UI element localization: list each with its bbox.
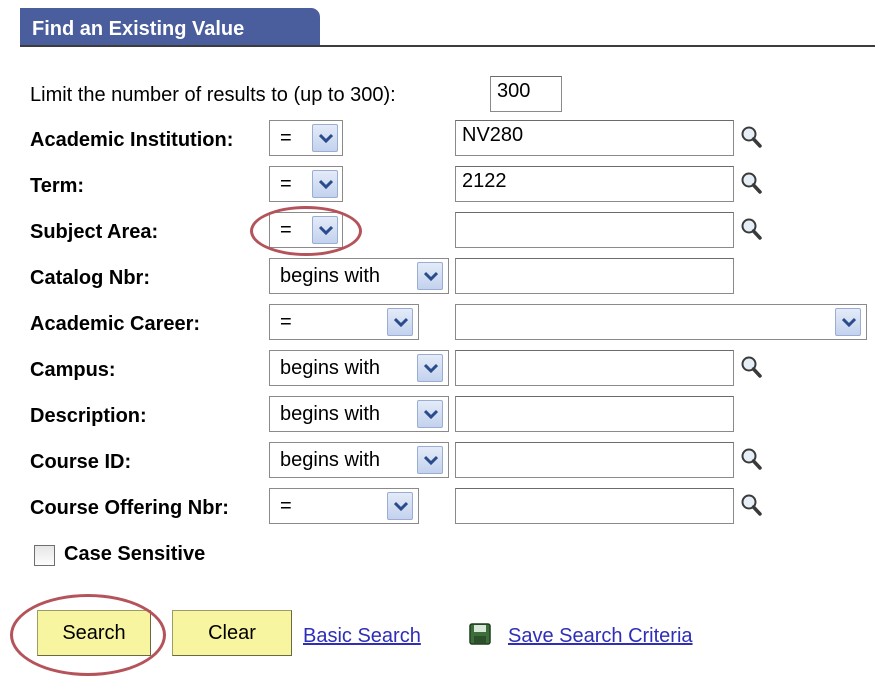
chevron-down-icon[interactable] (417, 262, 443, 290)
operator-value: begins with (280, 357, 381, 379)
highlight-circle-search (10, 594, 166, 676)
operator-value: begins with (280, 403, 381, 425)
label-catalog-nbr: Catalog Nbr: (30, 267, 150, 289)
magnifier-icon[interactable] (740, 355, 762, 379)
case-sensitive-label: Case Sensitive (64, 543, 206, 565)
operator-value: = (280, 127, 292, 149)
chevron-down-icon[interactable] (417, 400, 443, 428)
operator-value: = (280, 495, 292, 517)
label-course-offering-nbr: Course Offering Nbr: (30, 497, 229, 519)
highlight-circle-operator (250, 206, 362, 256)
magnifier-icon[interactable] (740, 125, 762, 149)
description-input[interactable] (455, 396, 734, 432)
label-subject-area: Subject Area: (30, 221, 159, 243)
academic-career-select[interactable] (455, 304, 867, 340)
operator-value: begins with (280, 265, 381, 287)
operator-campus[interactable]: begins with (269, 350, 449, 386)
tab-divider (20, 45, 875, 47)
operator-course-id[interactable]: begins with (269, 442, 449, 478)
label-academic-career: Academic Career: (30, 313, 201, 335)
magnifier-icon[interactable] (740, 217, 762, 241)
label-course-id: Course ID: (30, 451, 132, 473)
catalog-nbr-input[interactable] (455, 258, 734, 294)
label-academic-institution: Academic Institution: (30, 129, 234, 151)
limit-input[interactable]: 300 (490, 76, 562, 112)
chevron-down-icon[interactable] (417, 446, 443, 474)
chevron-down-icon[interactable] (417, 354, 443, 382)
magnifier-icon[interactable] (740, 171, 762, 195)
operator-value: = (280, 173, 292, 195)
course-offering-nbr-input[interactable] (455, 488, 734, 524)
institution-input[interactable]: NV280 (455, 120, 734, 156)
magnifier-icon[interactable] (740, 493, 762, 517)
chevron-down-icon[interactable] (387, 308, 413, 336)
magnifier-icon[interactable] (740, 447, 762, 471)
limit-label: Limit the number of results to (up to 30… (30, 84, 396, 106)
course-id-input[interactable] (455, 442, 734, 478)
operator-academic-career[interactable]: = (269, 304, 419, 340)
label-term: Term: (30, 175, 85, 197)
clear-button[interactable]: Clear (172, 610, 292, 656)
chevron-down-icon[interactable] (312, 170, 338, 198)
chevron-down-icon[interactable] (387, 492, 413, 520)
operator-course-offering-nbr[interactable]: = (269, 488, 419, 524)
campus-input[interactable] (455, 350, 734, 386)
tab-find-existing-value[interactable]: Find an Existing Value (20, 8, 320, 46)
operator-academic-institution[interactable]: = (269, 120, 343, 156)
operator-catalog-nbr[interactable]: begins with (269, 258, 449, 294)
chevron-down-icon[interactable] (835, 308, 861, 336)
chevron-down-icon[interactable] (312, 124, 338, 152)
label-campus: Campus: (30, 359, 116, 381)
term-input[interactable]: 2122 (455, 166, 734, 202)
basic-search-link[interactable]: Basic Search (303, 625, 421, 648)
subject-area-input[interactable] (455, 212, 734, 248)
case-sensitive-checkbox[interactable] (34, 545, 55, 566)
label-description: Description: (30, 405, 147, 427)
operator-description[interactable]: begins with (269, 396, 449, 432)
floppy-disk-icon[interactable] (468, 622, 492, 646)
operator-value: begins with (280, 449, 381, 471)
operator-term[interactable]: = (269, 166, 343, 202)
save-search-criteria-link[interactable]: Save Search Criteria (508, 625, 693, 648)
operator-value: = (280, 311, 292, 333)
